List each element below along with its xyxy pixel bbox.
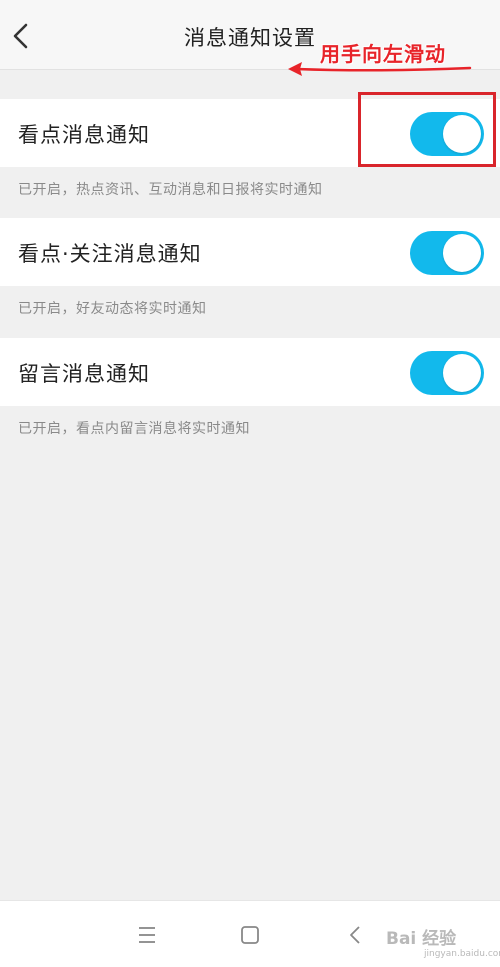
setting-description: 已开启，好友动态将实时通知 [18, 301, 207, 317]
setting-description: 已开启，看点内留言消息将实时通知 [18, 421, 250, 437]
setting-label: 看点消息通知 [18, 123, 150, 147]
menu-icon [139, 927, 155, 943]
swipe-annotation: 用手向左滑动 [288, 38, 488, 86]
toggle-switch[interactable] [410, 351, 484, 395]
watermark-text: Bai 经验 [386, 929, 457, 949]
setting-row-follow: 看点·关注消息通知 [0, 218, 500, 286]
setting-description: 已开启，热点资讯、互动消息和日报将实时通知 [18, 182, 323, 198]
setting-label: 看点·关注消息通知 [18, 242, 202, 266]
menu-button[interactable] [134, 923, 160, 947]
setting-label: 留言消息通知 [18, 362, 150, 386]
system-back-button[interactable] [343, 923, 369, 947]
toggle-knob [443, 354, 481, 392]
home-button[interactable] [237, 923, 263, 947]
baidu-watermark: Bai 经验 jingyan.baidu.com [380, 918, 500, 962]
setting-row-comments: 留言消息通知 [0, 338, 500, 406]
left-arrow-icon [288, 62, 472, 76]
watermark-subtext: jingyan.baidu.com [424, 949, 500, 959]
toggle-switch[interactable] [410, 231, 484, 275]
back-triangle-icon [350, 926, 360, 944]
toggle-knob [443, 234, 481, 272]
square-home-icon [241, 926, 259, 944]
highlight-box [358, 92, 496, 167]
